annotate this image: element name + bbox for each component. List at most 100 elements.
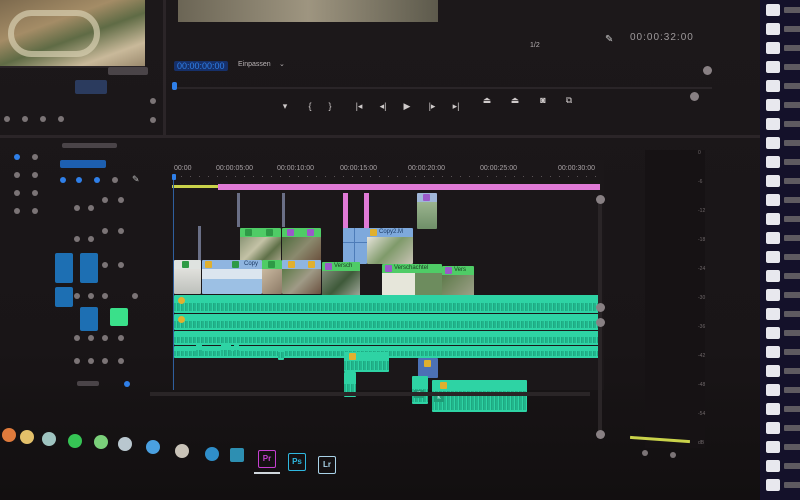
sequence-tab[interactable] bbox=[62, 143, 117, 148]
track-toggle[interactable] bbox=[74, 358, 80, 364]
scroll-knob[interactable] bbox=[596, 303, 605, 312]
bin-item-icon[interactable] bbox=[766, 270, 780, 282]
video-clip-v3[interactable] bbox=[417, 193, 437, 229]
track-toggle[interactable] bbox=[88, 205, 94, 211]
track-toggle[interactable] bbox=[118, 228, 124, 234]
facetime-icon[interactable] bbox=[94, 435, 108, 449]
track-toggle[interactable] bbox=[118, 335, 124, 341]
bin-item-icon[interactable] bbox=[766, 42, 780, 54]
timeline-panel[interactable]: 00:00 00:00:05:00 00:00:10:00 00:00:15:0… bbox=[172, 160, 604, 412]
adjustment-clip[interactable] bbox=[364, 193, 369, 229]
video-clip-v2[interactable] bbox=[198, 226, 201, 262]
hand-tool-icon[interactable] bbox=[14, 208, 20, 214]
audio-clip-a2[interactable] bbox=[174, 314, 600, 330]
track-select-tool-icon[interactable] bbox=[32, 154, 38, 160]
step-back-icon[interactable]: ◂| bbox=[376, 100, 390, 112]
lift-icon[interactable]: ⏏ bbox=[480, 94, 494, 106]
bin-item-icon[interactable] bbox=[766, 213, 780, 225]
bin-item-icon[interactable] bbox=[766, 4, 780, 16]
source-button[interactable] bbox=[40, 116, 46, 122]
video-clip-v2[interactable] bbox=[343, 228, 367, 264]
bin-item-icon[interactable] bbox=[766, 327, 780, 339]
playhead-handle[interactable] bbox=[172, 82, 177, 90]
mark-out-icon[interactable]: } bbox=[323, 100, 337, 112]
video-clip-v3[interactable] bbox=[282, 193, 285, 227]
slip-tool-icon[interactable] bbox=[14, 190, 20, 196]
audio-clip-a3[interactable] bbox=[344, 352, 389, 372]
wrench-icon[interactable]: ✎ bbox=[605, 34, 613, 45]
bin-item-icon[interactable] bbox=[766, 175, 780, 187]
track-toggle[interactable] bbox=[74, 293, 80, 299]
comparison-view-icon[interactable]: ⧉ bbox=[562, 94, 576, 106]
video-clip-v2[interactable]: Copy2.M bbox=[367, 228, 413, 264]
add-marker-icon[interactable]: ▾ bbox=[278, 100, 292, 112]
bin-item-icon[interactable] bbox=[766, 251, 780, 263]
audio-clip-a1[interactable] bbox=[174, 295, 600, 313]
bin-item-icon[interactable] bbox=[766, 289, 780, 301]
add-marker-timeline-icon[interactable] bbox=[94, 177, 100, 183]
bin-item-icon[interactable] bbox=[766, 194, 780, 206]
master-track-toggle[interactable] bbox=[124, 381, 130, 387]
track-toggle[interactable] bbox=[88, 236, 94, 242]
work-area-bar[interactable] bbox=[172, 185, 218, 188]
track-toggle[interactable] bbox=[74, 335, 80, 341]
video-clip-v1[interactable] bbox=[262, 260, 282, 294]
lightroom-icon[interactable]: Lr bbox=[318, 456, 336, 474]
pen-tool-icon[interactable] bbox=[32, 190, 38, 196]
time-ruler[interactable]: 00:00 00:00:05:00 00:00:10:00 00:00:15:0… bbox=[172, 165, 604, 175]
scroll-knob[interactable] bbox=[596, 195, 605, 204]
sequence-timecode[interactable] bbox=[60, 160, 106, 168]
track-toggle[interactable] bbox=[102, 335, 108, 341]
photos-icon[interactable] bbox=[118, 437, 132, 451]
step-forward-icon[interactable]: |▸ bbox=[425, 100, 439, 112]
program-zoom-knob[interactable] bbox=[703, 66, 712, 75]
video-clip-v1[interactable]: Versch bbox=[322, 262, 360, 296]
track-toggle[interactable] bbox=[102, 262, 108, 268]
photoshop-icon[interactable]: Ps bbox=[288, 453, 306, 471]
audio-clip-a3[interactable] bbox=[196, 344, 202, 358]
linked-selection-icon[interactable] bbox=[76, 177, 82, 183]
source-button[interactable] bbox=[4, 116, 10, 122]
video-clip-v1[interactable] bbox=[174, 260, 201, 294]
track-toggle[interactable] bbox=[88, 293, 94, 299]
track-target-v1[interactable] bbox=[80, 253, 98, 283]
snap-icon[interactable] bbox=[60, 177, 66, 183]
track-toggle[interactable] bbox=[132, 293, 138, 299]
audio-clip-a3[interactable] bbox=[221, 344, 231, 358]
quality-dropdown[interactable]: 1/2 bbox=[530, 42, 540, 49]
audio-clip-a4[interactable]: K bbox=[432, 380, 527, 412]
mark-in-icon[interactable]: { bbox=[303, 100, 317, 112]
track-toggle[interactable] bbox=[102, 228, 108, 234]
go-to-out-icon[interactable]: ▸| bbox=[449, 100, 463, 112]
source-patch-v1[interactable] bbox=[55, 253, 73, 283]
adjustment-clip[interactable] bbox=[343, 193, 348, 229]
scroll-knob[interactable] bbox=[596, 318, 605, 327]
source-button[interactable] bbox=[22, 116, 28, 122]
source-button[interactable] bbox=[58, 116, 64, 122]
source-export-icon[interactable] bbox=[150, 117, 156, 123]
finder-icon[interactable] bbox=[2, 428, 16, 442]
program-timecode[interactable]: 00:00:00:00 bbox=[174, 61, 228, 71]
track-toggle[interactable] bbox=[102, 293, 108, 299]
twitter-icon[interactable] bbox=[146, 440, 160, 454]
track-toggle[interactable] bbox=[74, 205, 80, 211]
timeline-settings-icon[interactable] bbox=[112, 177, 118, 183]
bin-item-icon[interactable] bbox=[766, 80, 780, 92]
bin-item-icon[interactable] bbox=[766, 23, 780, 35]
bin-item-icon[interactable] bbox=[766, 384, 780, 396]
bin-item-icon[interactable] bbox=[766, 61, 780, 73]
audio-clip-a4[interactable]: K bbox=[412, 376, 428, 404]
wrench-icon[interactable]: ✎ bbox=[132, 174, 140, 185]
video-clip-v2[interactable] bbox=[282, 228, 321, 262]
extract-icon[interactable]: ⏏ bbox=[508, 94, 522, 106]
audio-clip-a3[interactable] bbox=[278, 346, 284, 360]
track-target-a1[interactable] bbox=[80, 307, 98, 331]
razor-tool-icon[interactable] bbox=[32, 172, 38, 178]
maps-icon[interactable] bbox=[42, 432, 56, 446]
go-to-in-icon[interactable]: |◂ bbox=[352, 100, 366, 112]
bin-item-icon[interactable] bbox=[766, 308, 780, 320]
timeline-horizontal-scrollbar[interactable] bbox=[150, 392, 590, 396]
selection-tool-icon[interactable] bbox=[14, 154, 20, 160]
track-toggle[interactable] bbox=[102, 358, 108, 364]
play-icon[interactable]: ▶ bbox=[400, 100, 414, 112]
